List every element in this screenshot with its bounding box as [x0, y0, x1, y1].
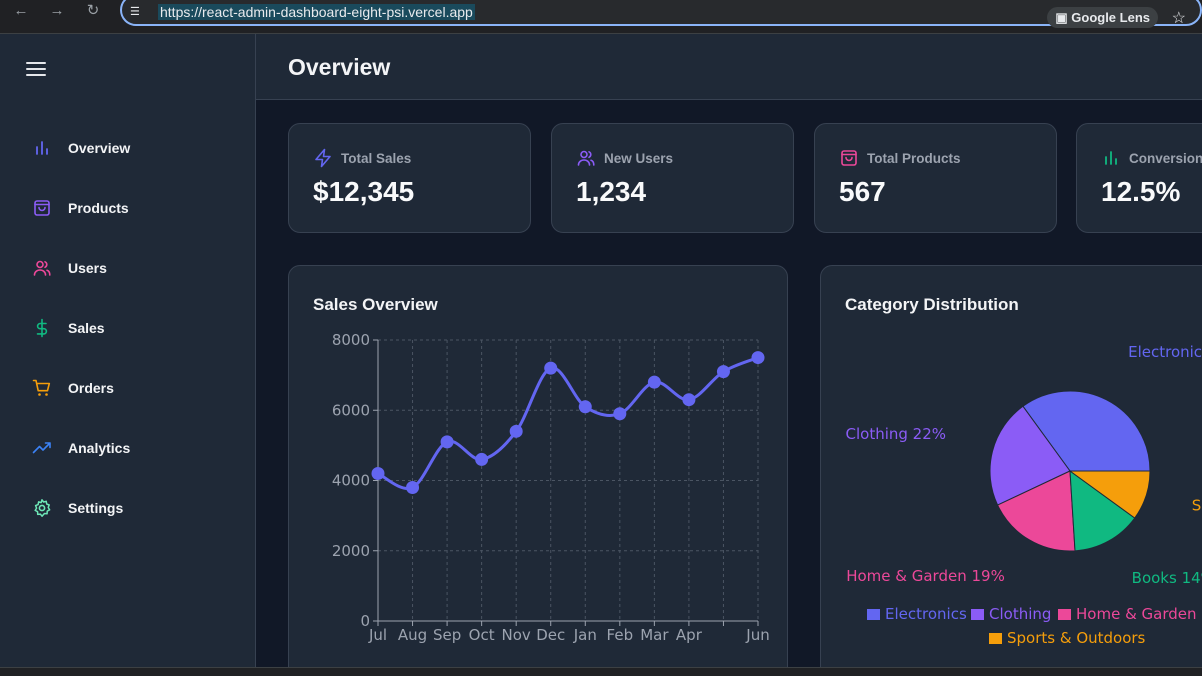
stat-value: 12.5%	[1101, 176, 1181, 207]
settings-icon	[34, 499, 51, 517]
bookmark-star-icon[interactable]: ☆	[1172, 8, 1186, 28]
sales-data-point	[475, 452, 489, 466]
stat-card-total-products: Total Products 567	[814, 123, 1057, 233]
sales-data-point	[406, 481, 420, 495]
sales-data-point	[647, 375, 661, 389]
sidebar-item-sales[interactable]: Sales	[20, 306, 236, 350]
legend-label: Sports & Outdoors	[1007, 629, 1146, 647]
sidebar-item-label: Orders	[68, 380, 114, 396]
users-icon	[577, 150, 595, 166]
shopping-cart-icon	[32, 379, 51, 396]
category-distribution-panel: Category Distribution Electronics Clothin…	[820, 265, 1202, 676]
sidebar-item-label: Overview	[68, 140, 131, 156]
stat-card-conversion-rate: Conversion Rate 12.5%	[1076, 123, 1202, 233]
sales-data-point	[371, 466, 385, 480]
sales-data-point	[682, 393, 696, 407]
x-tick-label: Apr	[676, 626, 703, 644]
bar-chart-icon	[1105, 151, 1117, 165]
forward-icon[interactable]: →	[46, 3, 68, 19]
legend-label: Home & Garden	[1076, 605, 1197, 623]
stat-label: Conversion Rate	[1129, 151, 1202, 166]
sidebar-item-users[interactable]: Users	[20, 246, 236, 290]
sales-data-point	[613, 407, 627, 421]
sidebar-item-overview[interactable]: Overview	[20, 126, 236, 170]
google-lens-button[interactable]: ▣ Google Lens	[1047, 7, 1158, 28]
reload-icon[interactable]: ↻	[82, 3, 104, 19]
sidebar-item-orders[interactable]: Orders	[20, 366, 236, 410]
stat-label: Total Sales	[341, 151, 412, 166]
stat-value: 1,234	[576, 176, 647, 207]
x-tick-label: Jan	[573, 626, 597, 644]
legend-swatch	[867, 609, 880, 620]
stat-card-new-users: New Users 1,234	[551, 123, 794, 233]
sidebar-item-label: Settings	[68, 500, 124, 516]
sidebar: Overview Products Users Sales Orders Ana…	[0, 34, 256, 676]
trending-up-icon	[32, 442, 51, 454]
sidebar-item-label: Analytics	[68, 440, 131, 456]
google-lens-label: Google Lens	[1071, 10, 1150, 25]
x-tick-label: Sep	[433, 626, 461, 644]
sidebar-item-label: Users	[68, 260, 107, 276]
sales-data-point	[440, 435, 454, 449]
x-tick-label: Aug	[398, 626, 427, 644]
sidebar-item-label: Products	[68, 200, 129, 216]
pie-slice-label: Clothing 22%	[846, 425, 947, 443]
legend-swatch	[971, 609, 984, 620]
browser-toolbar: ← → ↻ ☰ https://react-admin-dashboard-ei…	[0, 0, 1202, 34]
sales-line-chart: 02000400060008000Jul Aug Sep Oct Nov Dec Jan Fe…	[332, 331, 770, 644]
x-tick-label: Dec	[536, 626, 565, 644]
y-tick-label: 4000	[332, 472, 370, 490]
y-tick-label: 8000	[332, 331, 370, 349]
sales-data-point	[544, 361, 558, 375]
category-pie-chart: Electronics Clothing 22% Home & Garden 19%…	[846, 343, 1202, 647]
x-tick-label: Feb	[607, 626, 634, 644]
pie-slice-label: Sports	[1192, 497, 1202, 515]
x-tick-label: Mar	[640, 626, 669, 644]
address-bar[interactable]: ☰ https://react-admin-dashboard-eight-ps…	[120, 0, 1202, 26]
header: Overview	[256, 34, 1202, 100]
x-tick-label: Nov	[502, 626, 531, 644]
legend-label: Electronics	[885, 605, 967, 623]
zap-icon	[315, 148, 331, 168]
sales-data-point	[509, 424, 523, 438]
legend-swatch	[989, 633, 1002, 644]
sidebar-item-analytics[interactable]: Analytics	[20, 426, 236, 470]
y-tick-label: 2000	[332, 542, 370, 560]
back-icon[interactable]: ←	[10, 3, 32, 19]
sidebar-item-label: Sales	[68, 320, 105, 336]
x-tick-label: Oct	[469, 626, 495, 644]
main-content: Overview Total Sales $12,345 New Users 1…	[256, 34, 1202, 676]
shopping-bag-icon	[841, 150, 857, 166]
page-title: Overview	[288, 54, 391, 80]
shopping-bag-icon	[34, 200, 50, 216]
sidebar-item-products[interactable]: Products	[20, 186, 236, 230]
x-tick-label: Jul	[368, 626, 387, 644]
sidebar-item-settings[interactable]: Settings	[20, 486, 236, 530]
stat-card-total-sales: Total Sales $12,345	[288, 123, 531, 233]
legend-label: Clothing	[989, 605, 1051, 623]
x-tick-label: Jun	[745, 626, 769, 644]
users-icon	[33, 260, 51, 276]
stat-value: $12,345	[313, 176, 415, 207]
browser-status-bar	[0, 667, 1202, 676]
url-text[interactable]: https://react-admin-dashboard-eight-psi.…	[158, 4, 475, 20]
sales-data-point	[578, 400, 592, 414]
pie-slice-label: Electronics	[1128, 343, 1202, 361]
sales-overview-panel: Sales Overview 0 2000 4000 6000 8000 Jul Aug Se…	[288, 265, 788, 676]
bar-chart-icon	[36, 141, 48, 155]
stat-value: 567	[839, 176, 886, 207]
legend-swatch	[1058, 609, 1071, 620]
y-tick-label: 6000	[332, 401, 370, 419]
site-info-icon[interactable]: ☰	[130, 5, 140, 18]
pie-slice-label: Home & Garden 19%	[846, 567, 1005, 585]
sales-data-point	[716, 365, 730, 379]
dollar-sign-icon	[36, 318, 48, 338]
stat-label: Total Products	[867, 151, 961, 166]
pie-slice-label: Books 14%	[1132, 569, 1202, 587]
sales-data-point	[751, 351, 765, 365]
sales-series-line	[377, 356, 759, 491]
menu-toggle-icon[interactable]	[26, 62, 46, 78]
stat-label: New Users	[604, 151, 674, 166]
